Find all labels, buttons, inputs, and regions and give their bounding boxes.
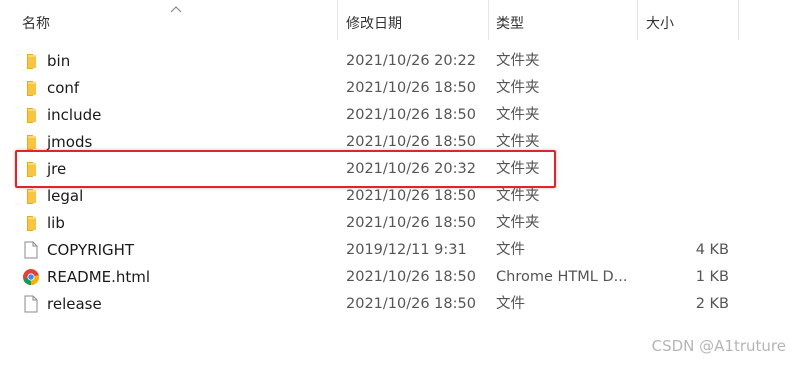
file-type: 文件夹 — [496, 53, 540, 69]
column-header-modified[interactable]: 修改日期 — [342, 0, 487, 40]
file-name: conf — [47, 79, 80, 97]
column-divider[interactable] — [637, 0, 638, 40]
folder-icon — [22, 79, 40, 97]
column-header-bar: 名称 修改日期 类型 大小 — [0, 0, 798, 46]
file-name: bin — [47, 52, 71, 70]
file-row-readme-html[interactable]: README.html 2021/10/26 18:50 Chrome HTML D… — [0, 264, 798, 291]
column-header-type[interactable]: 类型 — [492, 0, 636, 40]
chrome-icon — [22, 268, 40, 286]
file-type: 文件夹 — [496, 215, 540, 231]
highlight-annotation-box — [15, 150, 556, 188]
file-name: lib — [47, 214, 65, 232]
column-divider[interactable] — [337, 0, 338, 40]
file-row-bin[interactable]: bin 2021/10/26 20:22 文件夹 — [0, 48, 798, 75]
modified-date: 2019/12/11 9:31 — [346, 242, 467, 258]
column-header-size[interactable]: 大小 — [642, 0, 737, 40]
folder-icon — [22, 187, 40, 205]
folder-icon — [22, 214, 40, 232]
file-icon — [22, 295, 40, 313]
file-name: include — [47, 106, 102, 124]
file-type: 文件夹 — [496, 80, 540, 96]
modified-date: 2021/10/26 18:50 — [346, 215, 476, 231]
column-divider[interactable] — [738, 0, 739, 40]
file-name: release — [47, 295, 102, 313]
file-size: 2 KB — [695, 296, 729, 312]
folder-icon — [22, 52, 40, 70]
file-type: 文件 — [496, 296, 525, 312]
file-row-conf[interactable]: conf 2021/10/26 18:50 文件夹 — [0, 75, 798, 102]
modified-date: 2021/10/26 18:50 — [346, 269, 476, 285]
file-size: 4 KB — [695, 242, 729, 258]
file-row-lib[interactable]: lib 2021/10/26 18:50 文件夹 — [0, 210, 798, 237]
folder-icon — [22, 106, 40, 124]
modified-date: 2021/10/26 18:50 — [346, 80, 476, 96]
file-type: 文件夹 — [496, 107, 540, 123]
modified-date: 2021/10/26 20:22 — [346, 53, 476, 69]
modified-date: 2021/10/26 18:50 — [346, 107, 476, 123]
file-row-release[interactable]: release 2021/10/26 18:50 文件 2 KB — [0, 291, 798, 318]
column-divider[interactable] — [488, 0, 489, 40]
file-name: COPYRIGHT — [47, 241, 135, 259]
file-size: 1 KB — [695, 269, 729, 285]
file-type: 文件 — [496, 242, 525, 258]
watermark: CSDN @A1truture — [651, 337, 786, 355]
column-header-name[interactable]: 名称 — [18, 0, 336, 40]
modified-date: 2021/10/26 18:50 — [346, 296, 476, 312]
file-icon — [22, 241, 40, 259]
file-type: Chrome HTML D... — [496, 269, 628, 285]
file-name: README.html — [47, 268, 151, 286]
folder-icon — [22, 133, 40, 151]
file-row-include[interactable]: include 2021/10/26 18:50 文件夹 — [0, 102, 798, 129]
file-row-copyright[interactable]: COPYRIGHT 2019/12/11 9:31 文件 4 KB — [0, 237, 798, 264]
